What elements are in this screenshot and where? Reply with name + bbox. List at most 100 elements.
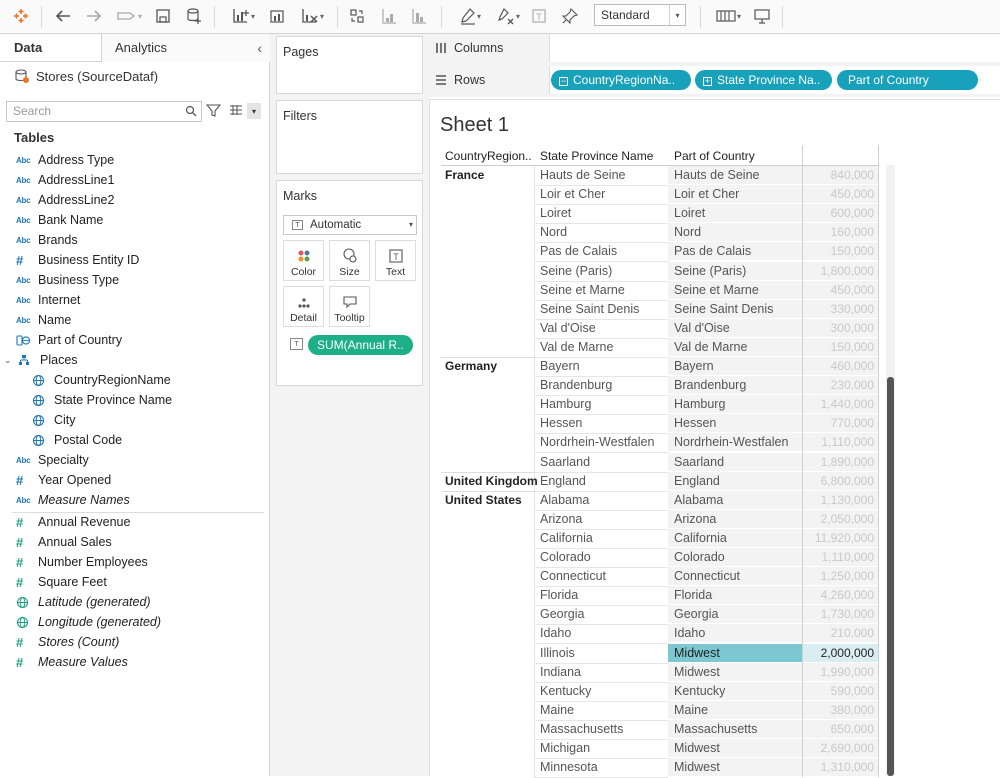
state-cell[interactable]: Indiana [540, 665, 581, 679]
field-item[interactable]: # Business Entity ID [16, 250, 139, 270]
presentation-icon[interactable] [751, 5, 773, 27]
field-item[interactable]: Abc Bank Name [16, 210, 103, 230]
datasource-item[interactable]: Stores (SourceDataf) [14, 66, 158, 86]
state-cell[interactable]: Illinois [540, 646, 575, 660]
value-cell[interactable]: 1,110,000 [803, 433, 878, 452]
field-item[interactable]: Abc AddressLine1 [16, 170, 114, 190]
table-row[interactable]: Seine (Paris) Seine (Paris) 1,800,000 [430, 262, 890, 281]
table-row[interactable]: Michigan Midwest 2,690,000 [430, 739, 890, 758]
field-item[interactable]: # Annual Revenue [16, 512, 130, 532]
value-cell[interactable]: 4,260,000 [803, 586, 878, 605]
field-item[interactable]: # Measure Values [16, 652, 128, 672]
swap-icon[interactable] [346, 5, 368, 27]
state-cell[interactable]: Nord [540, 225, 567, 239]
state-cell[interactable]: Idaho [540, 626, 571, 640]
tooltip-button[interactable]: Tooltip [329, 286, 370, 327]
part-of-country-cell[interactable]: Seine Saint Denis [668, 300, 802, 319]
part-of-country-cell[interactable]: Massachusetts [668, 720, 802, 739]
field-item[interactable]: Abc Business Type [16, 270, 119, 290]
field-item[interactable]: Abc Brands [16, 230, 78, 250]
table-row[interactable]: Nord Nord 160,000 [430, 223, 890, 242]
value-cell[interactable]: 300,000 [803, 319, 878, 338]
state-cell[interactable]: Florida [540, 588, 578, 602]
table-row[interactable]: Indiana Midwest 1,990,000 [430, 663, 890, 682]
table-row[interactable]: Pas de Calais Pas de Calais 150,000 [430, 242, 890, 261]
field-item[interactable]: Abc Measure Names [16, 490, 130, 510]
label-icon[interactable]: T [529, 5, 549, 27]
field-item[interactable]: ⌄ Places [4, 350, 78, 370]
value-cell[interactable]: 650,000 [803, 720, 878, 739]
part-of-country-cell[interactable]: Georgia [668, 605, 802, 624]
clear-icon[interactable]: ▾ [294, 5, 330, 27]
state-cell[interactable]: Massachusetts [540, 722, 623, 736]
field-item[interactable]: Abc Address Type [16, 150, 114, 170]
field-item[interactable]: State Province Name [32, 390, 172, 410]
part-of-country-cell[interactable]: Hauts de Seine [668, 166, 802, 185]
part-of-country-cell[interactable]: Saarland [668, 453, 802, 472]
part-of-country-cell[interactable]: Hessen [668, 414, 802, 433]
country-cell[interactable]: United Kingdom [445, 474, 538, 488]
table-row[interactable]: Germany Bayern Bayern 460,000 [430, 357, 890, 376]
tab-data[interactable]: Data [14, 34, 42, 62]
field-item[interactable]: # Stores (Count) [16, 632, 119, 652]
table-row[interactable]: Minnesota Midwest 1,310,000 [430, 758, 890, 777]
field-item[interactable]: Abc Specialty [16, 450, 89, 470]
value-cell[interactable]: 380,000 [803, 701, 878, 720]
filters-card[interactable]: Filters [276, 100, 423, 174]
value-cell[interactable]: 1,440,000 [803, 395, 878, 414]
table-row[interactable]: Massachusetts Massachusetts 650,000 [430, 720, 890, 739]
measure-pill[interactable]: SUM(Annual R.. [308, 335, 413, 355]
part-of-country-cell[interactable]: Colorado [668, 548, 802, 567]
table-row[interactable]: Hessen Hessen 770,000 [430, 414, 890, 433]
part-of-country-cell[interactable]: Nord [668, 223, 802, 242]
state-cell[interactable]: Arizona [540, 512, 582, 526]
state-cell[interactable]: Hauts de Seine [540, 168, 625, 182]
table-row[interactable]: Arizona Arizona 2,050,000 [430, 510, 890, 529]
field-item[interactable]: City [32, 410, 76, 430]
value-cell[interactable]: 150,000 [803, 338, 878, 357]
tab-analytics[interactable]: Analytics ‹ [101, 34, 270, 62]
table-row[interactable]: Seine et Marne Seine et Marne 450,000 [430, 281, 890, 300]
field-item[interactable]: CountryRegionName [32, 370, 171, 390]
pages-card[interactable]: Pages [276, 36, 423, 94]
color-button[interactable]: Color [283, 240, 324, 281]
state-cell[interactable]: Loir et Cher [540, 187, 605, 201]
part-of-country-cell[interactable]: California [668, 529, 802, 548]
table-row[interactable]: California California 11,920,000 [430, 529, 890, 548]
table-row[interactable]: Florida Florida 4,260,000 [430, 586, 890, 605]
value-cell[interactable]: 1,800,000 [803, 262, 878, 281]
table-row[interactable]: Illinois Midwest 2,000,000 [430, 644, 890, 663]
state-cell[interactable]: Connecticut [540, 569, 606, 583]
table-row[interactable]: Loiret Loiret 600,000 [430, 204, 890, 223]
table-row[interactable]: Kentucky Kentucky 590,000 [430, 682, 890, 701]
new-worksheet-icon[interactable]: ▾ [225, 5, 261, 27]
table-row[interactable]: Val de Marne Val de Marne 150,000 [430, 338, 890, 357]
state-cell[interactable]: Hamburg [540, 397, 591, 411]
value-cell[interactable]: 1,110,000 [803, 548, 878, 567]
state-cell[interactable]: Brandenburg [540, 378, 612, 392]
field-item[interactable]: # Square Feet [16, 572, 107, 592]
part-of-country-cell[interactable]: England [668, 472, 802, 491]
field-item[interactable]: Latitude (generated) [16, 592, 151, 612]
view-list-icon[interactable] [229, 104, 243, 119]
rows-pill-part[interactable]: Part of Country [837, 70, 978, 90]
field-item[interactable]: Longitude (generated) [16, 612, 161, 632]
value-cell[interactable]: 450,000 [803, 185, 878, 204]
columns-drop-area[interactable] [549, 34, 1000, 62]
state-cell[interactable]: Val de Marne [540, 340, 613, 354]
field-item[interactable]: # Number Employees [16, 552, 148, 572]
state-cell[interactable]: Bayern [540, 359, 580, 373]
part-of-country-cell[interactable]: Idaho [668, 624, 802, 643]
field-item[interactable]: # Year Opened [16, 470, 111, 490]
state-cell[interactable]: Loiret [540, 206, 571, 220]
part-of-country-cell[interactable]: Seine (Paris) [668, 262, 802, 281]
value-cell[interactable]: 2,050,000 [803, 510, 878, 529]
value-cell[interactable]: 770,000 [803, 414, 878, 433]
table-row[interactable]: Saarland Saarland 1,890,000 [430, 453, 890, 472]
part-of-country-cell[interactable]: Connecticut [668, 567, 802, 586]
state-cell[interactable]: Kentucky [540, 684, 591, 698]
table-row[interactable]: Hamburg Hamburg 1,440,000 [430, 395, 890, 414]
part-of-country-cell[interactable]: Seine et Marne [668, 281, 802, 300]
undo-icon[interactable] [52, 5, 74, 27]
table-row[interactable]: Val d'Oise Val d'Oise 300,000 [430, 319, 890, 338]
